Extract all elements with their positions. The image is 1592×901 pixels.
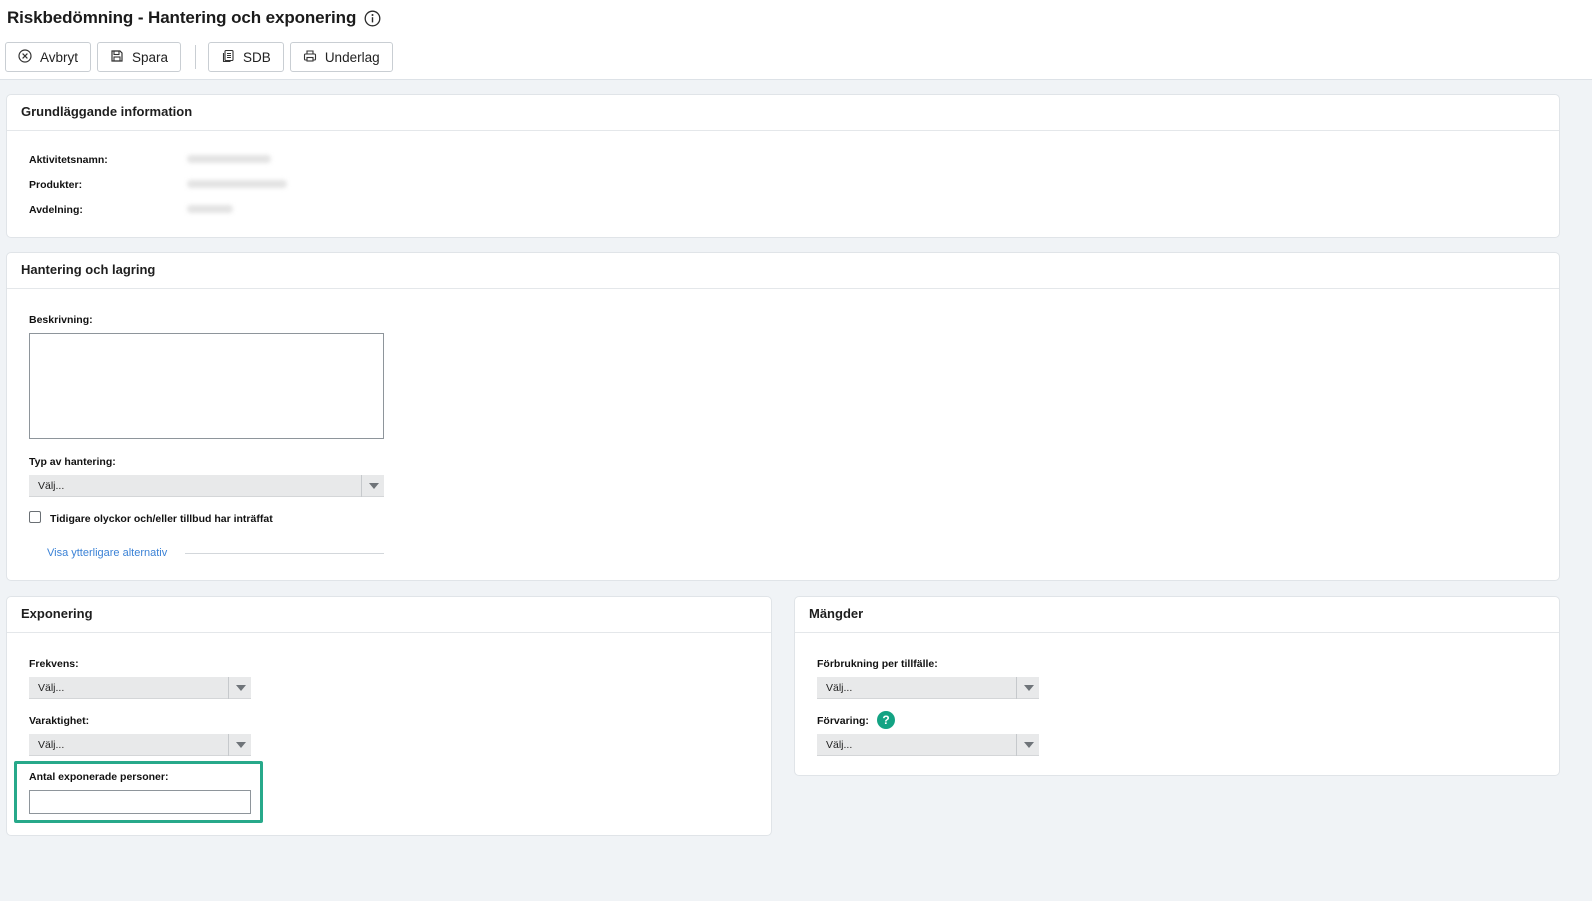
basic-info-card: Grundläggande information Aktivitetsnamn… <box>6 94 1560 238</box>
storage-select[interactable]: Välj... <box>817 734 1039 756</box>
exposure-title: Exponering <box>7 597 771 633</box>
toolbar: Avbryt Spara SDB Underlag <box>5 42 399 72</box>
description-label: Beskrivning: <box>29 314 93 326</box>
document-copy-icon <box>221 49 235 66</box>
handling-type-select[interactable]: Välj... <box>29 475 384 497</box>
activity-name-value <box>187 155 271 163</box>
more-options-divider <box>185 553 384 554</box>
storage-value: Välj... <box>826 739 853 751</box>
handling-card: Hantering och lagring Beskrivning: Typ a… <box>6 252 1560 581</box>
underlag-button[interactable]: Underlag <box>289 42 393 72</box>
chevron-down-icon[interactable] <box>1016 734 1039 756</box>
sdb-button[interactable]: SDB <box>208 42 284 72</box>
more-options-link[interactable]: Visa ytterligare alternativ <box>47 547 167 559</box>
products-label: Produkter: <box>29 179 83 191</box>
consumption-value: Välj... <box>826 682 853 694</box>
handling-title: Hantering och lagring <box>7 253 1559 289</box>
consumption-select[interactable]: Välj... <box>817 677 1039 699</box>
basic-info-title: Grundläggande information <box>7 95 1559 131</box>
chevron-down-icon[interactable] <box>228 677 251 699</box>
underlag-button-label: Underlag <box>324 49 380 65</box>
activity-name-label: Aktivitetsnamn: <box>29 154 108 166</box>
department-label: Avdelning: <box>29 204 83 216</box>
accidents-checkbox[interactable] <box>29 511 41 523</box>
duration-value: Välj... <box>38 739 65 751</box>
handling-type-label: Typ av hantering: <box>29 456 116 468</box>
description-textarea[interactable] <box>29 333 384 439</box>
save-button-label: Spara <box>132 49 169 65</box>
chevron-down-icon[interactable] <box>361 475 384 497</box>
frequency-select[interactable]: Välj... <box>29 677 251 699</box>
exposed-persons-label: Antal exponerade personer: <box>29 771 169 783</box>
chevron-down-icon[interactable] <box>1016 677 1039 699</box>
duration-label: Varaktighet: <box>29 715 90 727</box>
quantities-title: Mängder <box>795 597 1559 633</box>
save-button[interactable]: Spara <box>97 42 182 72</box>
quantities-card: Mängder Förbrukning per tillfälle: Välj.… <box>794 596 1560 776</box>
department-value <box>187 205 233 213</box>
info-icon[interactable] <box>364 10 381 27</box>
cancel-icon <box>18 48 32 66</box>
toolbar-divider <box>195 45 197 69</box>
products-value <box>187 180 287 188</box>
cancel-button-label: Avbryt <box>40 49 79 65</box>
exposed-persons-input[interactable] <box>29 790 251 814</box>
frequency-label: Frekvens: <box>29 658 79 670</box>
storage-label: Förvaring: <box>817 715 869 727</box>
consumption-label: Förbrukning per tillfälle: <box>817 658 938 670</box>
printer-icon <box>303 49 317 66</box>
cancel-button[interactable]: Avbryt <box>5 42 92 72</box>
page-title: Riskbedömning - Hantering och exponering <box>7 8 381 28</box>
frequency-value: Välj... <box>38 682 65 694</box>
handling-type-value: Välj... <box>38 480 65 492</box>
accidents-checkbox-label[interactable]: Tidigare olyckor och/eller tillbud har i… <box>50 513 273 525</box>
sdb-button-label: SDB <box>243 49 271 65</box>
help-icon[interactable]: ? <box>877 711 895 729</box>
page-title-text: Riskbedömning - Hantering och exponering <box>7 8 357 27</box>
duration-select[interactable]: Välj... <box>29 734 251 756</box>
save-icon <box>110 49 124 66</box>
top-bar: Riskbedömning - Hantering och exponering… <box>0 0 1592 80</box>
chevron-down-icon[interactable] <box>228 734 251 756</box>
exposure-card: Exponering Frekvens: Välj... Varaktighet… <box>6 596 772 836</box>
